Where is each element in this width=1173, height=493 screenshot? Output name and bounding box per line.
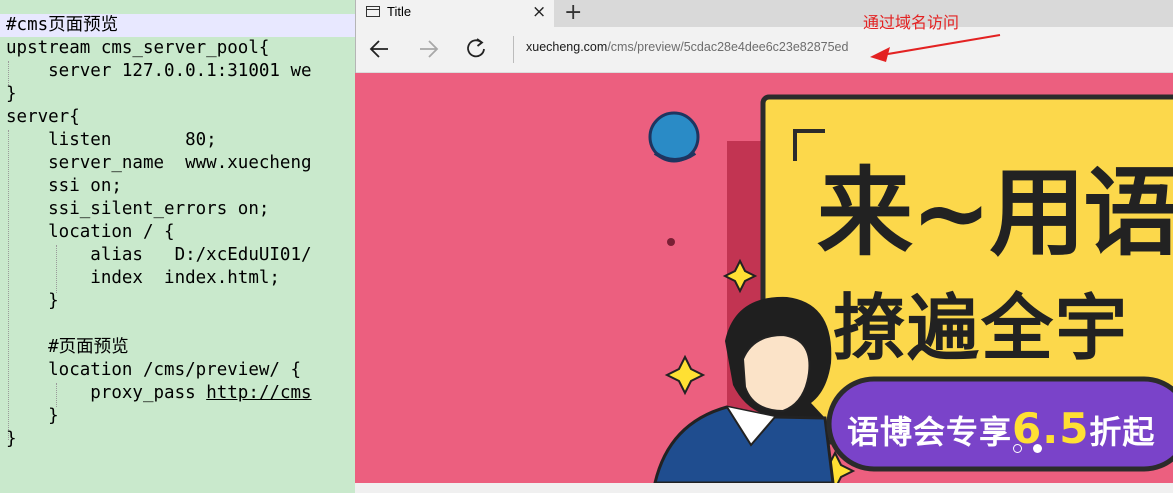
- tab-strip: Title × +: [356, 0, 1173, 27]
- address-separator: [513, 36, 514, 63]
- code-line: }: [6, 406, 59, 426]
- code-line: }: [6, 84, 17, 104]
- code-line: ssi_silent_errors on;: [6, 199, 270, 219]
- arrow-left-icon[interactable]: [367, 36, 393, 62]
- close-icon[interactable]: ×: [532, 2, 546, 22]
- page-icon: [366, 6, 380, 17]
- code-line: proxy_pass http://cms: [6, 382, 311, 405]
- code-line: server_name www.xuecheng: [6, 153, 312, 173]
- arrow-right-icon[interactable]: [415, 36, 441, 62]
- code-line: listen 80;: [6, 130, 217, 150]
- address-bar[interactable]: xuecheng.com/cms/preview/5cdac28e4dee6c2…: [526, 40, 848, 54]
- code-line: alias D:/xcEduUI01/: [6, 245, 312, 265]
- promo-number: 6.5: [1012, 404, 1090, 453]
- code-text: proxy_pass: [6, 383, 207, 403]
- banner-headline-1: 来~用语: [817, 157, 1173, 269]
- code-editor[interactable]: #cms页面预览 upstream cms_server_pool{ serve…: [0, 0, 356, 493]
- code-line: #页面预览: [6, 337, 129, 357]
- promo-suffix: 折起: [1089, 413, 1156, 451]
- refresh-icon[interactable]: [463, 36, 489, 62]
- address-path: /cms/preview/5cdac28e4dee6c23e82875ed: [607, 40, 849, 54]
- code-line: }: [6, 291, 59, 311]
- code-line: index index.html;: [6, 268, 280, 288]
- code-line: location / {: [6, 222, 175, 242]
- banner-promo: 语博会专享6.5折起: [847, 404, 1155, 453]
- page-content: 来~用语 撩遍全宇 语博会专享6.5折起: [355, 73, 1173, 483]
- carousel-dot-active[interactable]: [1033, 444, 1042, 453]
- code-line: server 127.0.0.1:31001 we: [6, 61, 312, 81]
- code-line: ssi on;: [6, 176, 122, 196]
- annotation-arrow: [870, 34, 1001, 62]
- browser-tab[interactable]: Title ×: [356, 0, 554, 27]
- code-line: upstream cms_server_pool{: [6, 38, 270, 58]
- carousel-dot[interactable]: [1013, 444, 1022, 453]
- promo-prefix: 语博会专享: [847, 413, 1013, 451]
- code-line: server{: [6, 107, 80, 127]
- tab-title: Title: [387, 4, 412, 19]
- address-host: xuecheng.com: [526, 40, 608, 54]
- banner-headline-2: 撩遍全宇: [833, 286, 1130, 370]
- code-line: location /cms/preview/ {: [6, 360, 302, 380]
- code-line: #cms页面预览: [0, 14, 356, 37]
- code-line: }: [6, 429, 17, 449]
- proxy-url-link[interactable]: http://cms: [206, 383, 311, 403]
- page-bottom-strip: [355, 483, 1173, 493]
- navigation-bar: xuecheng.com/cms/preview/5cdac28e4dee6c2…: [356, 27, 1173, 73]
- plus-icon[interactable]: +: [564, 0, 582, 26]
